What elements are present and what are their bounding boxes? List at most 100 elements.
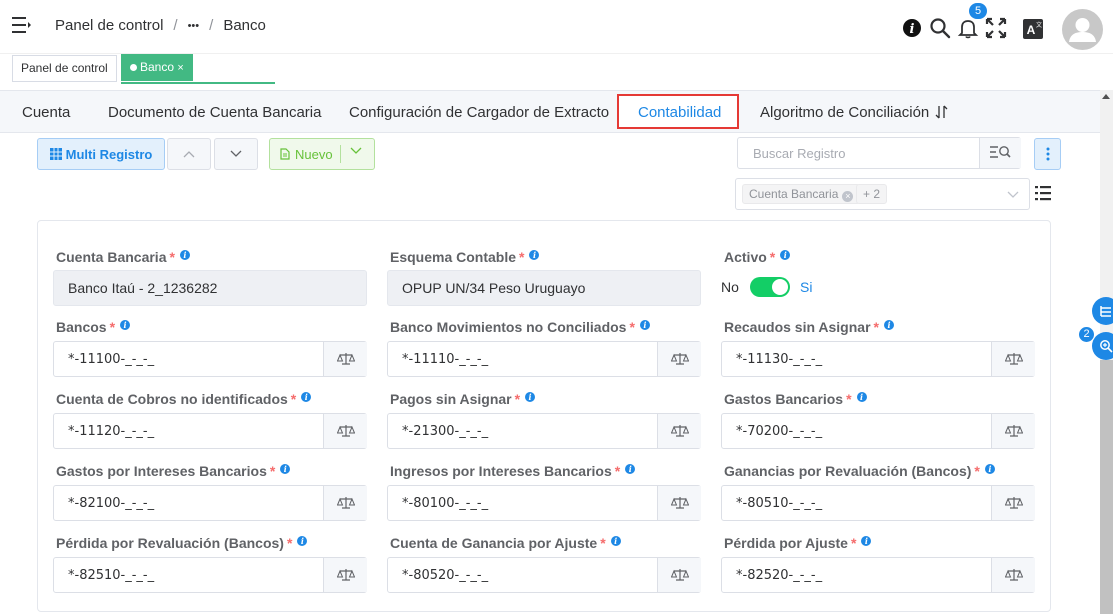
breadcrumb-separator: /	[209, 17, 214, 34]
multi-registro-button[interactable]: Multi Registro	[37, 138, 165, 170]
account-field[interactable]: *-82100-_-_-_	[53, 485, 367, 521]
filter-more-chip: + 2	[856, 184, 888, 204]
balance-scale-icon	[1004, 497, 1023, 509]
balance-scale-icon	[670, 353, 689, 365]
tag-banco[interactable]: Banco ×	[121, 54, 193, 81]
search-input[interactable]	[738, 138, 980, 168]
account-lookup-button[interactable]	[657, 486, 701, 520]
info-icon[interactable]: i	[902, 18, 922, 38]
account-field[interactable]: *-80520-_-_-_	[387, 557, 701, 593]
bell-icon[interactable]	[957, 17, 979, 39]
breadcrumb-ellipsis[interactable]: •••	[188, 20, 200, 32]
account-field[interactable]: *-80510-_-_-_	[721, 485, 1035, 521]
account-field-label: Ganancias por Revaluación (Bancos) * i	[724, 463, 995, 479]
side-badge: 2	[1078, 326, 1095, 343]
balance-scale-icon	[336, 425, 355, 437]
info-icon: i	[280, 464, 291, 474]
chip-close-icon[interactable]: ×	[842, 191, 854, 202]
info-icon: i	[529, 250, 540, 260]
account-field[interactable]: *-70200-_-_-_	[721, 413, 1035, 449]
cuenta-bancaria-label: Cuenta Bancaria * i	[56, 249, 190, 265]
chevron-down-icon[interactable]	[350, 147, 362, 155]
account-lookup-button[interactable]	[323, 558, 367, 592]
tab-panel: Cuenta Documento de Cuenta Bancaria Conf…	[0, 90, 1100, 614]
previous-record-button[interactable]	[167, 138, 211, 170]
balance-scale-icon	[336, 497, 355, 509]
user-avatar[interactable]	[1062, 9, 1103, 50]
account-lookup-button[interactable]	[991, 486, 1035, 520]
search-button[interactable]	[979, 138, 1021, 168]
account-field[interactable]: *-21300-_-_-_	[387, 413, 701, 449]
info-icon: i	[525, 392, 536, 402]
account-field-label: Gastos Bancarios * i	[724, 391, 867, 407]
account-field-value: *-80510-_-_-_	[736, 496, 823, 511]
esquema-contable-field: OPUP UN/34 Peso Uruguayo	[387, 270, 701, 306]
language-icon[interactable]: A 文	[1023, 19, 1043, 39]
tree-list-icon	[1100, 306, 1111, 317]
activo-off-label: No	[721, 279, 739, 295]
tab-algoritmo-conciliacion[interactable]: Algoritmo de Conciliación	[760, 104, 949, 121]
chevron-down-icon	[230, 150, 242, 157]
account-lookup-button[interactable]	[991, 558, 1035, 592]
zoom-in-icon	[1100, 340, 1113, 353]
account-field-label: Pérdida por Revaluación (Bancos) * i	[56, 535, 308, 551]
cuenta-bancaria-field: Banco Itaú - 2_1236282	[53, 270, 367, 306]
tag-panel-de-control[interactable]: Panel de control	[12, 55, 117, 82]
fullscreen-icon[interactable]	[985, 17, 1007, 39]
user-icon	[1069, 18, 1096, 42]
account-field[interactable]: *-82520-_-_-_	[721, 557, 1035, 593]
more-vertical-icon	[1046, 147, 1050, 161]
activo-label: Activo * i	[724, 249, 791, 265]
split-divider	[340, 145, 341, 163]
info-icon: i	[861, 536, 872, 546]
side-panel-button[interactable]	[1092, 297, 1113, 325]
field-filter-select[interactable]: Cuenta Bancaria × + 2	[735, 178, 1030, 210]
activo-switch[interactable]	[750, 277, 790, 297]
account-lookup-button[interactable]	[991, 414, 1035, 448]
account-field-label: Recaudos sin Asignar * i	[724, 319, 894, 335]
tab-cuenta[interactable]: Cuenta	[22, 104, 70, 121]
account-field[interactable]: *-11120-_-_-_	[53, 413, 367, 449]
list-icon[interactable]	[1035, 185, 1051, 201]
chevron-up-icon	[183, 151, 195, 158]
account-field[interactable]: *-11130-_-_-_	[721, 341, 1035, 377]
account-field-value: *-21300-_-_-_	[402, 424, 489, 439]
balance-scale-icon	[336, 569, 355, 581]
breadcrumb-home[interactable]: Panel de control	[55, 17, 163, 34]
account-field[interactable]: *-80100-_-_-_	[387, 485, 701, 521]
account-lookup-button[interactable]	[323, 486, 367, 520]
tab-contabilidad[interactable]: Contabilidad	[638, 104, 721, 121]
svg-text:A: A	[1027, 23, 1036, 37]
side-zoom-button[interactable]	[1092, 332, 1113, 360]
account-field-label: Banco Movimientos no Conciliados * i	[390, 319, 650, 335]
account-field-value: *-11130-_-_-_	[736, 352, 823, 367]
account-field-value: *-70200-_-_-_	[736, 424, 823, 439]
scrollbar-thumb[interactable]	[1100, 360, 1113, 614]
account-field[interactable]: *-82510-_-_-_	[53, 557, 367, 593]
account-lookup-button[interactable]	[657, 558, 701, 592]
search-box	[737, 137, 1021, 169]
account-lookup-button[interactable]	[323, 342, 367, 376]
next-record-button[interactable]	[214, 138, 258, 170]
account-field-value: *-11120-_-_-_	[68, 424, 155, 439]
active-dot	[130, 64, 137, 71]
tab-documento-cuenta-bancaria[interactable]: Documento de Cuenta Bancaria	[108, 104, 321, 121]
account-field-value: *-82510-_-_-_	[68, 568, 155, 583]
hamburger-menu-icon[interactable]	[12, 16, 32, 34]
account-field-label: Gastos por Intereses Bancarios * i	[56, 463, 291, 479]
nuevo-button[interactable]: Nuevo	[269, 138, 375, 170]
account-field[interactable]: *-11100-_-_-_	[53, 341, 367, 377]
info-icon: i	[883, 320, 894, 330]
search-icon[interactable]	[929, 17, 951, 39]
close-icon[interactable]: ×	[177, 62, 183, 74]
account-field[interactable]: *-11110-_-_-_	[387, 341, 701, 377]
more-options-button[interactable]	[1034, 138, 1061, 170]
scroll-up-arrow[interactable]	[1102, 94, 1110, 99]
tab-configuracion-cargador[interactable]: Configuración de Cargador de Extracto	[349, 104, 609, 121]
account-lookup-button[interactable]	[657, 414, 701, 448]
account-field-value: *-11100-_-_-_	[68, 352, 155, 367]
account-lookup-button[interactable]	[323, 414, 367, 448]
account-lookup-button[interactable]	[991, 342, 1035, 376]
account-lookup-button[interactable]	[657, 342, 701, 376]
breadcrumb: Panel de control / ••• / Banco	[55, 17, 266, 34]
